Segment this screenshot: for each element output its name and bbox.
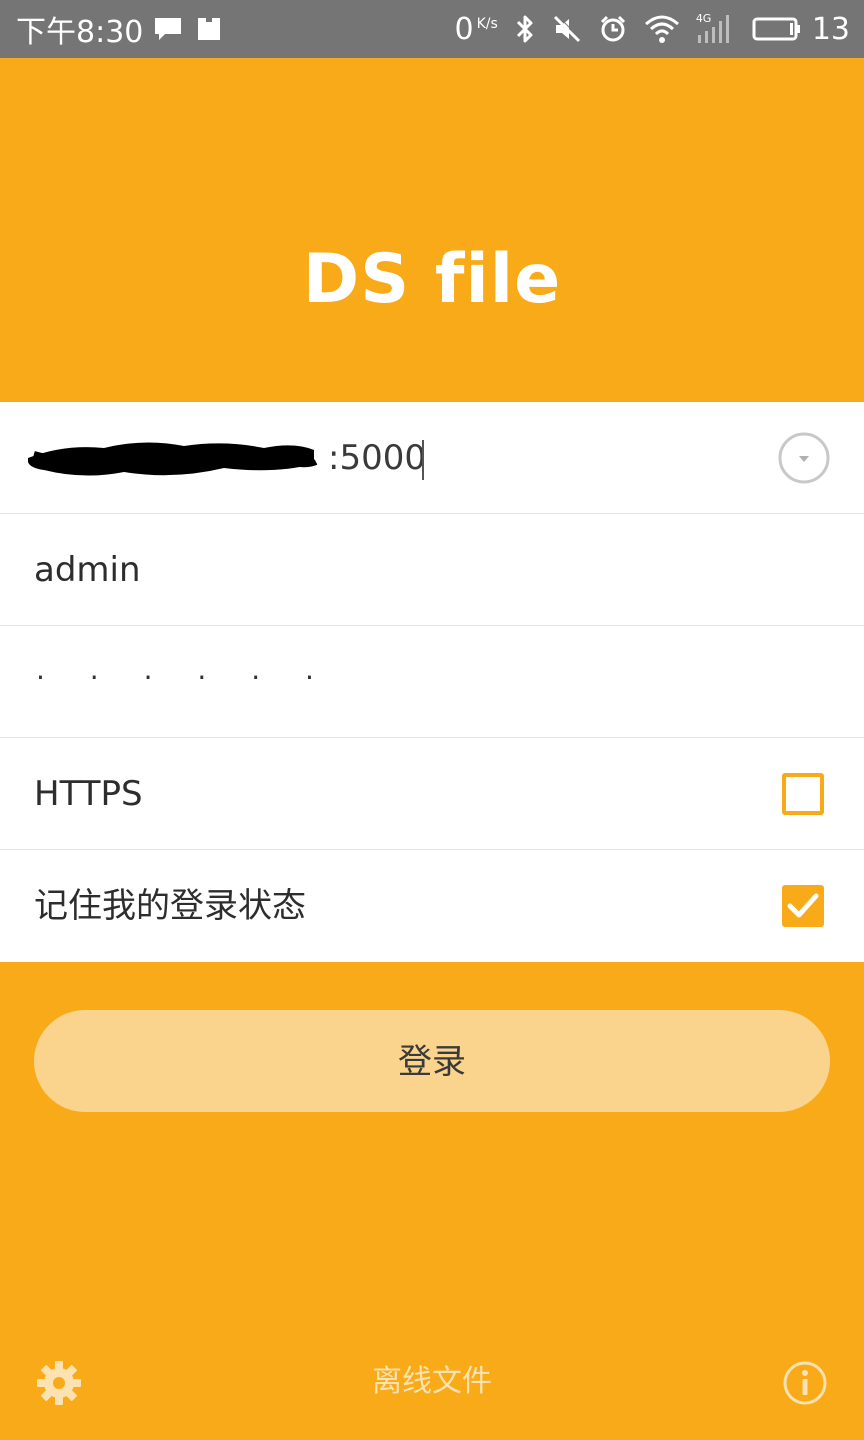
mute-icon	[553, 14, 582, 43]
redaction-scribble	[28, 442, 318, 476]
username-input[interactable]: admin	[34, 514, 141, 626]
offline-files-link[interactable]: 离线文件	[0, 1350, 864, 1414]
server-address-input[interactable]: :5000	[328, 402, 426, 514]
checkmark-icon	[787, 893, 819, 918]
info-icon[interactable]	[782, 1360, 828, 1406]
signal-bars-icon	[697, 15, 729, 43]
app-header	[0, 58, 864, 402]
status-time: 下午8:30	[16, 15, 144, 50]
login-form: :5000 admin · · · · · · HTTPS 记住我的登录状态	[0, 402, 864, 962]
remember-login-label: 记住我的登录状态	[34, 886, 306, 926]
sd-card-icon	[198, 18, 221, 40]
status-left: 下午8:30	[16, 0, 223, 58]
chevron-down-icon[interactable]	[778, 432, 830, 484]
server-address-row[interactable]: :5000	[0, 402, 864, 514]
network-speed-unit: K/s	[476, 15, 498, 32]
status-bar: 下午8:30 0 K/s 4G 13	[0, 0, 864, 58]
password-row[interactable]: · · · · · ·	[0, 626, 864, 738]
network-speed-value: 0	[454, 11, 474, 47]
app-title: DS file	[302, 240, 562, 319]
password-input[interactable]: · · · · · ·	[36, 626, 332, 738]
message-icon	[155, 18, 182, 40]
remember-login-row[interactable]: 记住我的登录状态	[0, 850, 864, 962]
username-row[interactable]: admin	[0, 514, 864, 626]
wifi-icon	[644, 15, 679, 43]
cellular-signal: 4G	[696, 13, 736, 45]
https-label: HTTPS	[34, 774, 143, 814]
https-checkbox[interactable]	[782, 773, 824, 815]
remember-login-checkbox[interactable]	[782, 885, 824, 927]
bottom-bar: 离线文件	[0, 1350, 864, 1414]
text-cursor	[422, 440, 424, 480]
network-speed: 0 K/s	[455, 12, 498, 47]
battery-percent: 13	[811, 11, 850, 47]
https-row[interactable]: HTTPS	[0, 738, 864, 850]
login-button[interactable]: 登录	[34, 1010, 830, 1112]
battery-icon	[752, 17, 800, 41]
status-right: 0 K/s 4G 13	[455, 0, 850, 58]
bluetooth-icon	[516, 15, 533, 43]
alarm-icon	[600, 15, 625, 42]
